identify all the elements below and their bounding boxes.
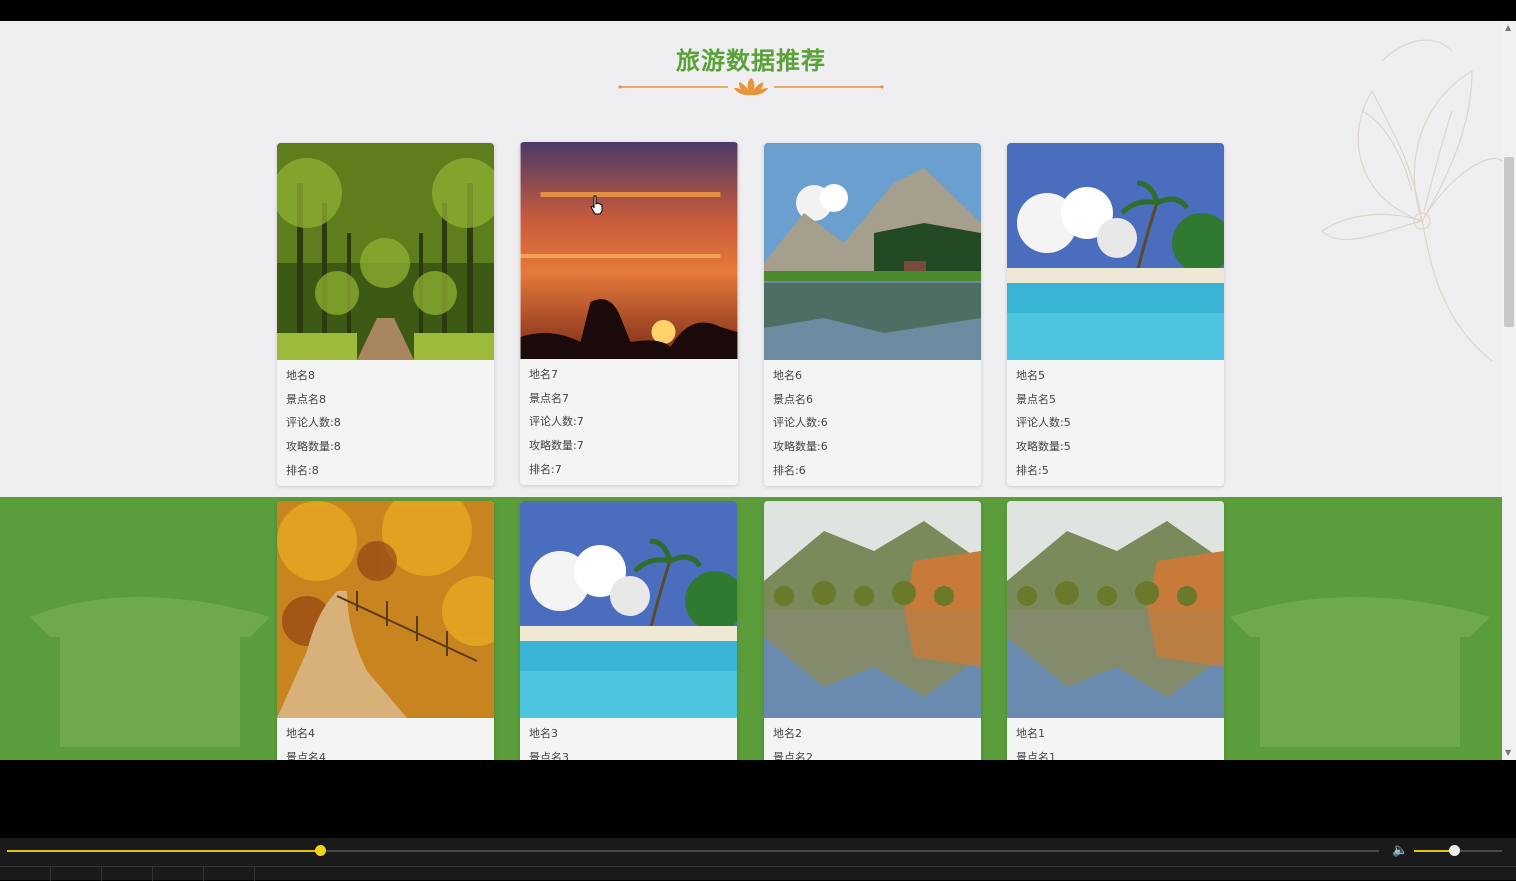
volume-icon[interactable]: 🔈 — [1392, 843, 1408, 858]
destination-card[interactable]: 地名1 景点名1 — [1007, 501, 1224, 760]
place-name: 地名8 — [286, 369, 315, 382]
guide-count: 攻略数量:8 — [286, 440, 341, 454]
destination-card[interactable]: 地名5 景点名5 评论人数:5 攻略数量:5 排名:5 — [1007, 143, 1224, 487]
progress-knob[interactable] — [314, 845, 326, 856]
review-count: 评论人数:7 — [529, 415, 584, 429]
destination-card[interactable]: 地名2 景点名2 — [764, 501, 981, 760]
spot-name: 景点名7 — [529, 391, 569, 405]
scroll-up-icon[interactable]: ▲ — [1505, 24, 1511, 32]
sunset-image — [520, 142, 738, 359]
mountain-lake-image — [764, 143, 981, 360]
temple-pattern-icon — [30, 597, 1490, 747]
review-count: 评论人数:6 — [773, 416, 828, 430]
guide-count: 攻略数量:6 — [773, 440, 828, 454]
rank: 排名:8 — [286, 463, 319, 477]
spot-name: 景点名8 — [286, 392, 326, 406]
guide-count: 攻略数量:7 — [529, 439, 584, 453]
place-name: 地名6 — [773, 369, 802, 382]
destination-card[interactable]: 地名6 景点名6 评论人数:6 攻略数量:6 排名:6 — [764, 143, 981, 487]
rank: 排名:6 — [773, 463, 806, 477]
place-name: 地名2 — [773, 727, 802, 740]
destination-card[interactable]: 地名8 景点名8 评论人数:8 攻略数量:8 排名:8 — [277, 143, 494, 487]
rank: 排名:5 — [1016, 463, 1049, 477]
rank: 排名:7 — [529, 462, 562, 476]
tropical-beach-image — [520, 501, 737, 718]
spot-name: 景点名6 — [773, 392, 813, 406]
place-name: 地名7 — [529, 368, 558, 381]
destination-card[interactable]: 地名3 景点名3 — [520, 501, 737, 760]
player-bottom-strip — [0, 866, 1516, 881]
page-title: 旅游数据推荐 — [676, 47, 826, 75]
destination-card[interactable]: 地名4 景点名4 — [277, 501, 494, 760]
place-name: 地名4 — [286, 727, 315, 740]
lake-reflection-image — [764, 501, 981, 718]
window-top-bar — [0, 0, 1516, 21]
tropical-beach-image — [1007, 143, 1224, 360]
volume-knob[interactable] — [1448, 845, 1460, 856]
progress-fill — [7, 850, 320, 852]
spot-name: 景点名4 — [286, 750, 326, 760]
page-viewport: 旅游数据推荐 地名8 景点名8 评论人数:8 攻略数量:8 排名:8 地名7 景… — [0, 21, 1502, 760]
place-name: 地名1 — [1016, 727, 1045, 740]
guide-count: 攻略数量:5 — [1016, 440, 1071, 454]
review-count: 评论人数:5 — [1016, 416, 1071, 430]
progress-track[interactable] — [7, 845, 1379, 856]
spot-name: 景点名1 — [1016, 750, 1056, 760]
place-name: 地名3 — [529, 727, 558, 740]
lotus-divider-icon — [618, 78, 884, 96]
green-background-band — [0, 497, 1502, 760]
vertical-scrollbar[interactable]: ▲ ▼ — [1502, 21, 1516, 760]
tree-avenue-image — [277, 143, 494, 360]
volume-fill — [1414, 850, 1454, 852]
spot-name: 景点名2 — [773, 750, 813, 760]
destination-card[interactable]: 地名7 景点名7 评论人数:7 攻略数量:7 排名:7 — [520, 142, 738, 486]
volume-track[interactable] — [1414, 845, 1502, 856]
autumn-path-image — [277, 501, 494, 718]
spot-name: 景点名3 — [529, 750, 569, 760]
lake-reflection-image — [1007, 501, 1224, 718]
hand-cursor-icon — [590, 195, 603, 215]
scroll-down-icon[interactable]: ▼ — [1505, 749, 1511, 757]
media-player-bar: 🔈 — [0, 838, 1516, 881]
spot-name: 景点名5 — [1016, 392, 1056, 406]
place-name: 地名5 — [1016, 369, 1045, 382]
review-count: 评论人数:8 — [286, 416, 341, 430]
scrollbar-thumb[interactable] — [1504, 157, 1514, 327]
